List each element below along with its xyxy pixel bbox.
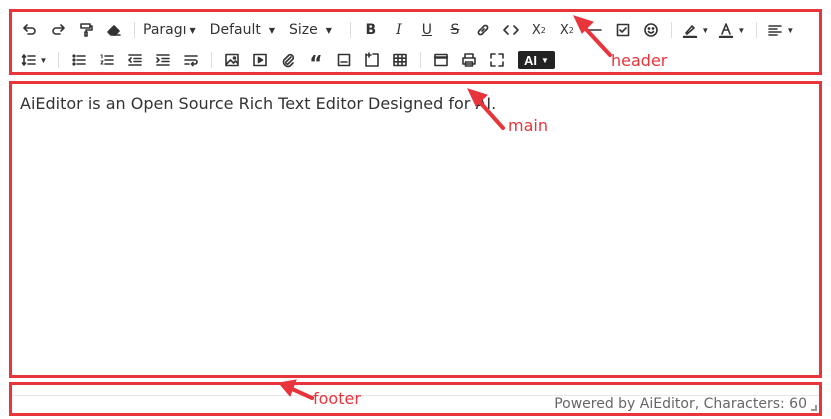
main-annotation-label: main [508, 116, 548, 135]
footer-arrow [288, 386, 314, 400]
main-arrow [476, 98, 505, 130]
header-arrow-head [573, 15, 594, 34]
header-annotation-label: header [611, 51, 668, 70]
main-arrow-head [467, 88, 488, 107]
footer-arrow-head [278, 379, 297, 397]
annotation-arrows [278, 15, 612, 400]
footer-annotation-label: footer [313, 389, 361, 408]
header-arrow [582, 25, 612, 57]
